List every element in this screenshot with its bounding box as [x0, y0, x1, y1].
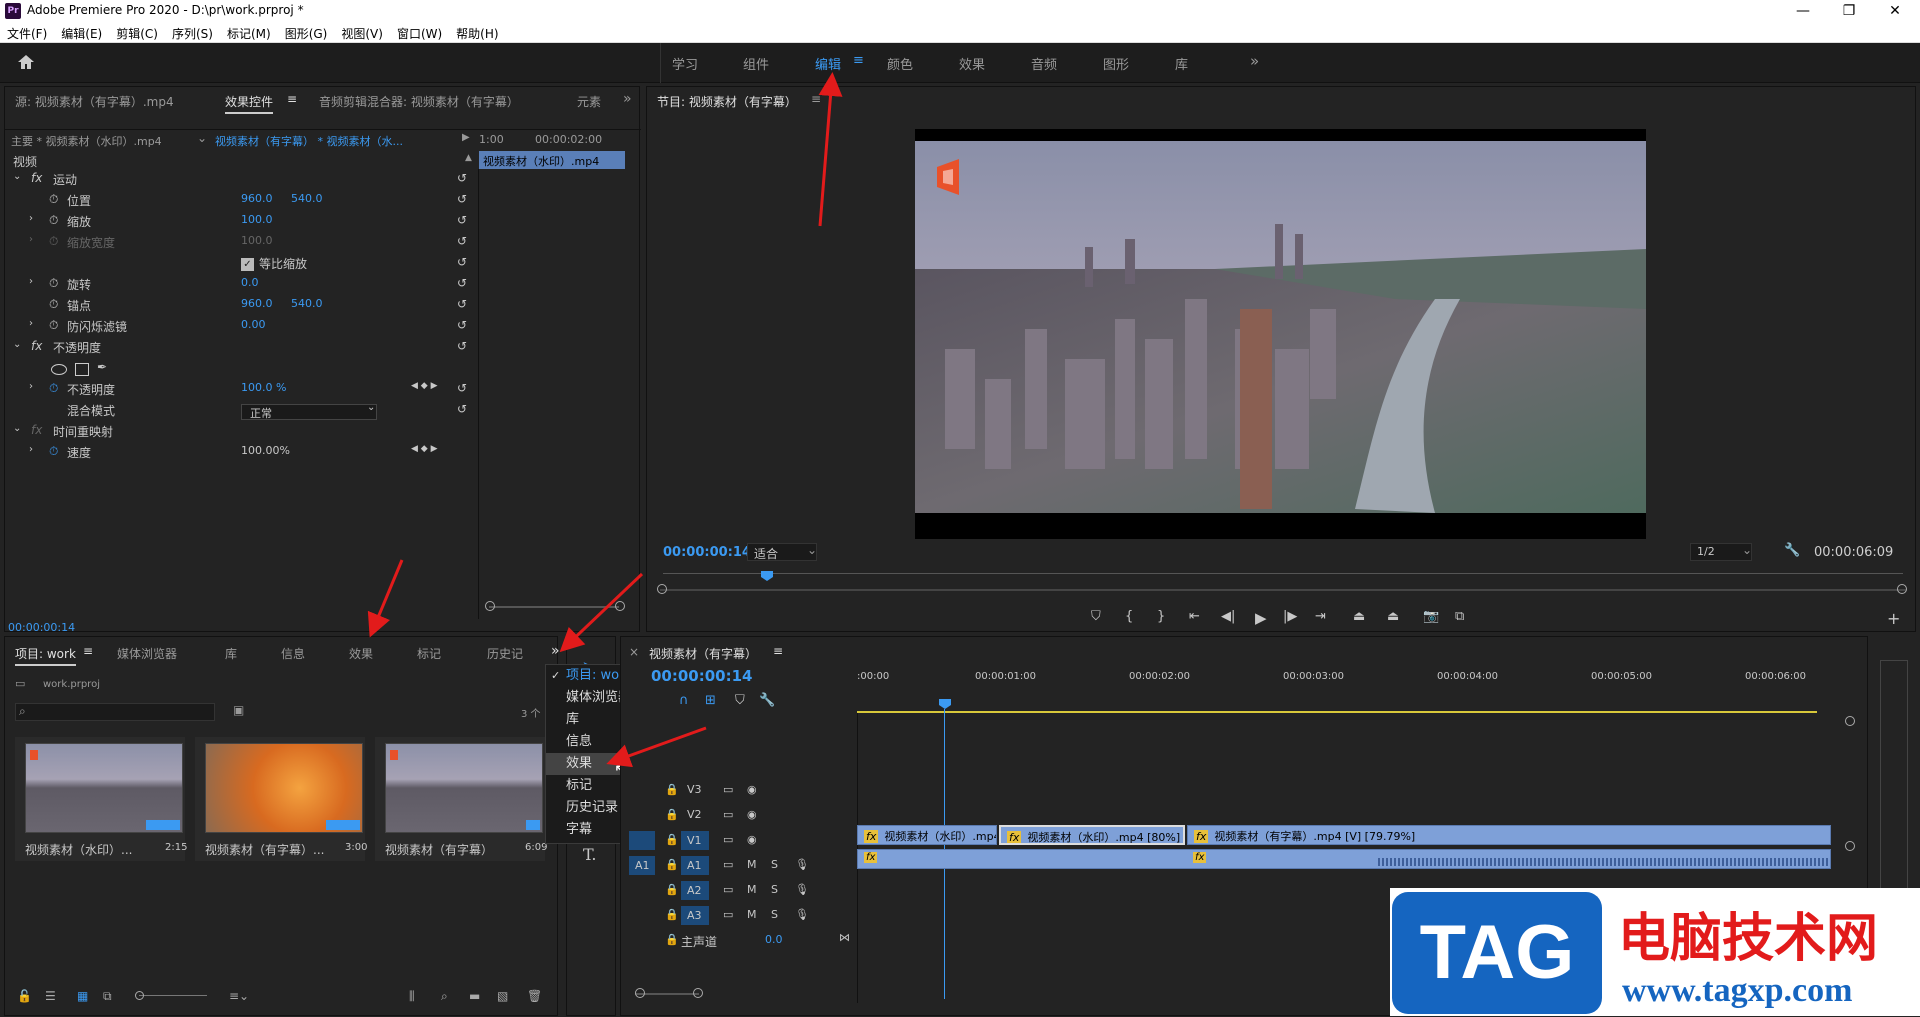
arrow-effects-menu	[606, 726, 707, 768]
arrow-more-panels	[559, 572, 644, 653]
arrow-editing	[818, 72, 843, 227]
arrow-effects-tab	[367, 559, 404, 638]
annotation-arrows	[367, 72, 843, 768]
